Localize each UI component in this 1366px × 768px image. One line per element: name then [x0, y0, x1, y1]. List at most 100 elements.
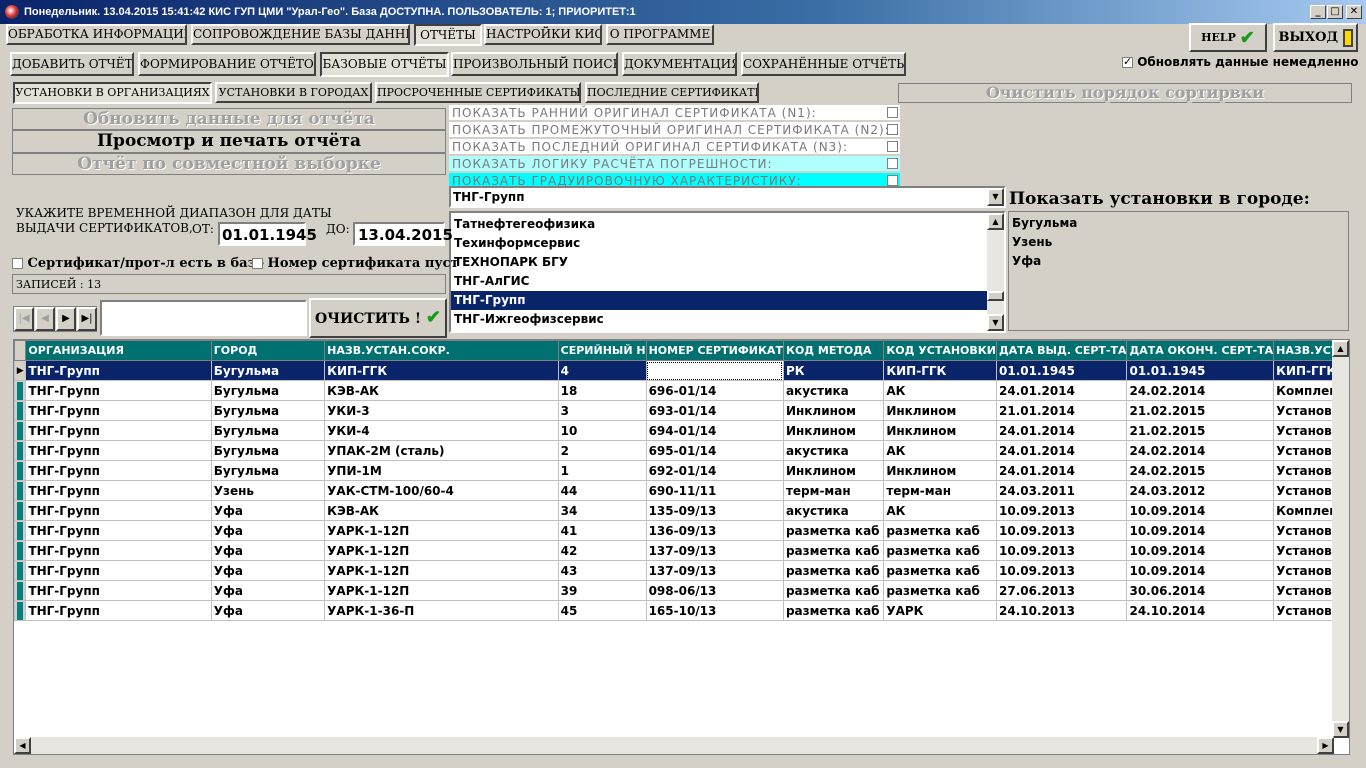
table-cell[interactable]: УАРК-1-12П [324, 540, 559, 561]
table-cell[interactable]: 136-09/13 [645, 520, 784, 541]
org-list-item[interactable]: ТНГ-Групп [451, 291, 988, 310]
org-list-item[interactable]: ТЕХНОПАРК БГУ [451, 253, 988, 272]
city-list-item[interactable]: Узень [1009, 233, 1348, 252]
table-cell[interactable]: Бугульма [210, 360, 326, 381]
table-cell[interactable]: АК [883, 380, 997, 401]
table-cell[interactable]: Уфа [210, 560, 326, 581]
table-cell[interactable]: 43 [557, 560, 647, 581]
table-cell[interactable]: 165-10/13 [645, 600, 784, 621]
cert-empty-checkbox[interactable]: Номер сертификата пуст [252, 256, 459, 271]
table-cell[interactable]: Уфа [210, 520, 326, 541]
table-cell[interactable]: 18 [557, 380, 647, 401]
table-cell[interactable]: УАРК [883, 600, 997, 621]
table-row[interactable]: ТНГ-Групп Бугульма УКИ-3 3 693-01/14 Инклином… [14, 400, 1349, 421]
table-cell[interactable]: 3 [557, 400, 647, 421]
table-cell[interactable]: 4 [557, 360, 647, 381]
table-cell[interactable]: Бугульма [210, 440, 326, 461]
table-row[interactable]: ТНГ-Групп Уфа КЭВ-АК 34 135-09/13 акустика АК 1… [14, 500, 1349, 521]
scroll-thumb[interactable] [987, 291, 1004, 301]
table-cell[interactable]: КИП-ГГК [324, 360, 559, 381]
nav-last-icon[interactable]: ▶| [77, 307, 97, 331]
table-cell[interactable]: 41 [557, 520, 647, 541]
table-cell[interactable]: 24.01.2014 [995, 380, 1128, 401]
row-indicator[interactable] [14, 560, 27, 581]
scroll-up-icon[interactable]: ▲ [1332, 340, 1349, 357]
table-cell[interactable]: УАК-СТМ-100/60-4 [324, 480, 559, 501]
exit-button[interactable]: ВЫХОД [1273, 23, 1358, 52]
table-cell[interactable]: 24.10.2014 [1126, 600, 1275, 621]
org-list-item[interactable]: ТНГ-АлГИС [451, 272, 988, 291]
table-cell[interactable]: 24.01.2014 [995, 420, 1128, 441]
subtab-last-certs[interactable]: ПОСЛЕДНИЕ СЕРТИФИКАТЫ [585, 82, 759, 103]
table-cell[interactable]: 137-09/13 [645, 540, 784, 561]
table-cell[interactable]: УПИ-1М [324, 460, 559, 481]
table-row[interactable]: ТНГ-Групп Узень УАК-СТМ-100/60-4 44 690-11/1… [14, 480, 1349, 501]
app-icon[interactable] [5, 5, 19, 19]
table-cell[interactable]: 10.09.2013 [995, 540, 1128, 561]
menu-about[interactable]: О ПРОГРАММЕ [606, 24, 714, 45]
option-checkbox[interactable] [887, 175, 898, 186]
menu-reports[interactable]: ОТЧЁТЫ [414, 24, 482, 46]
option-checkbox[interactable] [887, 124, 898, 135]
tab-documentation[interactable]: ДОКУМЕНТАЦИЯ [622, 52, 737, 76]
column-header[interactable]: ГОРОД [210, 340, 326, 361]
table-cell[interactable]: разметка каб [883, 560, 997, 581]
table-cell[interactable]: Инклином [883, 420, 997, 441]
table-cell[interactable]: терм-ман [883, 480, 997, 501]
nav-next-icon[interactable]: ▶ [56, 307, 76, 331]
table-cell[interactable]: РК [782, 360, 885, 381]
column-header[interactable]: СЕРИЙНЫЙ Н [557, 340, 647, 361]
refresh-report-button[interactable]: Обновить данные для отчёта [12, 108, 446, 130]
table-cell[interactable]: Узень [210, 480, 326, 501]
org-listbox[interactable]: Татнефтегеофизика Техинформсервис ТЕХНОПАР… [449, 211, 1006, 333]
org-list-item[interactable]: Татнефтегеофизика [451, 215, 988, 234]
table-cell[interactable]: 21.01.2014 [995, 400, 1128, 421]
table-cell[interactable]: разметка каб [883, 520, 997, 541]
org-combobox[interactable]: ТНГ-Групп ▼ [449, 186, 1006, 208]
table-cell[interactable]: 10.09.2014 [1126, 520, 1275, 541]
column-header[interactable]: КОД УСТАНОВКИ [883, 340, 997, 361]
option-row-2[interactable]: ПОКАЗАТЬ ПРОМЕЖУТОЧНЫЙ ОРИГИНАЛ СЕРТИФИК… [449, 122, 900, 138]
row-indicator[interactable] [14, 540, 27, 561]
table-cell[interactable]: УАРК-1-12П [324, 520, 559, 541]
option-checkbox[interactable] [887, 158, 898, 169]
row-indicator[interactable]: ▶ [14, 360, 27, 381]
table-row[interactable]: ТНГ-Групп Уфа УАРК-1-36-П 45 165-10/13 размет… [14, 600, 1349, 621]
subtab-expired-certs[interactable]: ПРОСРОЧЕННЫЕ СЕРТИФИКАТЫ [375, 82, 581, 103]
table-cell[interactable]: акустика [782, 440, 885, 461]
option-row-4[interactable]: ПОКАЗАТЬ ЛОГИКУ РАСЧЁТА ПОГРЕШНОСТИ: [449, 156, 900, 172]
table-cell[interactable]: Инклином [782, 400, 885, 421]
table-cell[interactable]: разметка каб [782, 600, 885, 621]
clear-button[interactable]: ОЧИСТИТЬ ! ✔ [309, 298, 447, 338]
help-button[interactable]: HELP ✔ [1189, 23, 1267, 52]
table-cell[interactable]: 27.06.2013 [995, 580, 1128, 601]
table-cell[interactable]: Инклином [883, 460, 997, 481]
table-cell[interactable]: ТНГ-Групп [25, 520, 212, 541]
option-row-3[interactable]: ПОКАЗАТЬ ПОСЛЕДНИЙ ОРИГИНАЛ СЕРТИФИКАТА … [449, 139, 900, 155]
cert-empty-box[interactable] [252, 258, 263, 269]
joint-report-button[interactable]: Отчёт по совместной выборке [12, 153, 446, 175]
table-cell[interactable]: 44 [557, 480, 647, 501]
row-indicator[interactable] [14, 420, 27, 441]
table-cell[interactable]: 24.03.2012 [1126, 480, 1275, 501]
menu-processing[interactable]: ОБРАБОТКА ИНФОРМАЦИИ [6, 24, 187, 45]
column-header[interactable]: НОМЕР СЕРТИФИКАТ [645, 340, 784, 361]
table-cell[interactable]: ТНГ-Групп [25, 580, 212, 601]
row-indicator[interactable] [14, 520, 27, 541]
table-row[interactable]: ТНГ-Групп Уфа УАРК-1-12П 42 137-09/13 разметк… [14, 540, 1349, 561]
table-cell[interactable]: разметка каб [782, 580, 885, 601]
table-cell[interactable]: Инклином [782, 420, 885, 441]
preview-print-button[interactable]: Просмотр и печать отчёта [12, 130, 446, 153]
table-cell[interactable]: 30.06.2014 [1126, 580, 1275, 601]
table-cell[interactable]: 10.09.2013 [995, 560, 1128, 581]
table-cell[interactable]: КИП-ГГК [883, 360, 997, 381]
table-cell[interactable]: 694-01/14 [645, 420, 784, 441]
row-indicator[interactable] [14, 400, 27, 421]
org-list-item[interactable]: ТНГ-Казань [451, 329, 988, 331]
table-cell[interactable]: 01.01.1945 [995, 360, 1128, 381]
subtab-city-installs[interactable]: УСТАНОВКИ В ГОРОДАХ [215, 82, 372, 103]
table-cell[interactable]: 137-09/13 [645, 560, 784, 581]
org-list-scrollbar[interactable]: ▲ ▼ [987, 213, 1004, 331]
column-header[interactable]: ОРГАНИЗАЦИЯ [25, 340, 212, 361]
table-cell[interactable]: 10.09.2013 [995, 500, 1128, 521]
